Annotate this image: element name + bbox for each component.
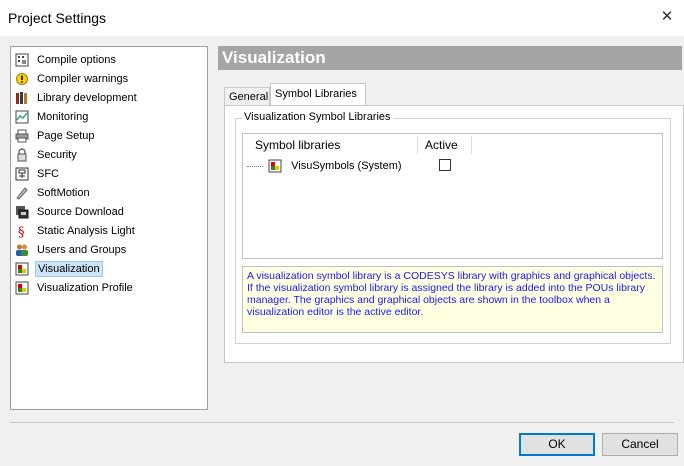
column-separator[interactable] — [417, 136, 418, 154]
info-text-box: A visualization symbol library is a CODE… — [242, 266, 663, 333]
title-bar: Project Settings ✕ — [0, 0, 684, 36]
tree-item-label: Compile options — [37, 54, 116, 66]
close-icon[interactable]: ✕ — [656, 6, 678, 28]
tree-item-label: Static Analysis Light — [37, 225, 135, 237]
tree-item-label: Monitoring — [37, 111, 89, 123]
tree-item-users-and-groups[interactable]: Users and Groups — [15, 241, 128, 260]
column-header-symbol-libraries[interactable]: Symbol libraries — [255, 138, 340, 152]
page-title: Visualization — [222, 48, 326, 67]
tree-item-label: Library development — [37, 92, 137, 104]
tree-item-label: SoftMotion — [37, 187, 90, 199]
tree-connector — [247, 165, 263, 167]
softmotion-icon — [16, 186, 28, 200]
tree-item-label: Visualization Profile — [37, 282, 133, 294]
tab-general[interactable]: General — [224, 87, 270, 105]
tree-item-label: Compiler warnings — [37, 73, 129, 85]
printer-icon — [15, 129, 29, 142]
tree-item-label: SFC — [37, 168, 59, 180]
dialog-body: Compile options Compiler warnings Librar… — [0, 36, 684, 466]
ok-button[interactable]: OK — [519, 433, 595, 456]
visualization-icon — [15, 262, 29, 275]
users-icon — [16, 244, 28, 256]
tree-item-security[interactable]: Security — [15, 146, 79, 165]
cancel-button[interactable]: Cancel — [602, 433, 678, 456]
symbol-libraries-table[interactable]: Symbol libraries Active VisuSymbols (Sys… — [242, 133, 663, 259]
source-download-icon — [16, 205, 29, 218]
symbol-libraries-group: Visualization Symbol Libraries Symbol li… — [235, 111, 671, 344]
tree-item-label: Page Setup — [37, 130, 95, 142]
warning-icon — [16, 72, 28, 85]
group-title: Visualization Symbol Libraries — [242, 111, 393, 123]
monitor-icon — [15, 110, 29, 123]
table-row[interactable]: VisuSymbols (System) — [247, 156, 451, 176]
window-title: Project Settings — [8, 10, 107, 26]
visualization-profile-icon — [15, 281, 29, 294]
tab-symbol-libraries[interactable]: Symbol Libraries — [270, 83, 366, 106]
library-name: VisuSymbols (System) — [291, 160, 402, 172]
lock-icon — [17, 147, 27, 161]
active-checkbox[interactable] — [439, 159, 451, 171]
tree-item-sfc[interactable]: SFC — [15, 165, 61, 184]
tree-item-compile-options[interactable]: Compile options — [15, 51, 118, 70]
footer-divider — [10, 422, 674, 423]
section-sign-icon: § — [18, 225, 25, 238]
svg-text:§: § — [18, 225, 25, 238]
tree-item-visualization-profile[interactable]: Visualization Profile — [15, 279, 135, 298]
page-header: Visualization — [218, 46, 682, 70]
visualization-icon — [268, 159, 282, 173]
compile-options-icon — [15, 53, 29, 66]
tree-item-compiler-warnings[interactable]: Compiler warnings — [15, 70, 130, 89]
tree-item-visualization[interactable]: Visualization — [15, 260, 103, 279]
settings-tree[interactable]: Compile options Compiler warnings Librar… — [10, 46, 208, 410]
sfc-icon — [15, 167, 29, 180]
tree-item-page-setup[interactable]: Page Setup — [15, 127, 97, 146]
tree-item-label: Visualization — [35, 261, 103, 277]
tree-item-static-analysis-light[interactable]: § Static Analysis Light — [15, 222, 137, 241]
column-separator[interactable] — [471, 136, 472, 154]
tree-item-label: Security — [37, 149, 77, 161]
tree-item-label: Source Download — [37, 206, 124, 218]
library-books-icon — [16, 91, 27, 104]
tree-item-source-download[interactable]: Source Download — [15, 203, 126, 222]
symbol-libraries-page: Visualization Symbol Libraries Symbol li… — [224, 105, 684, 363]
tree-item-monitoring[interactable]: Monitoring — [15, 108, 90, 127]
tree-item-library-development[interactable]: Library development — [15, 89, 139, 108]
column-header-active[interactable]: Active — [425, 138, 458, 152]
tree-item-softmotion[interactable]: SoftMotion — [15, 184, 92, 203]
tree-item-label: Users and Groups — [37, 244, 127, 256]
